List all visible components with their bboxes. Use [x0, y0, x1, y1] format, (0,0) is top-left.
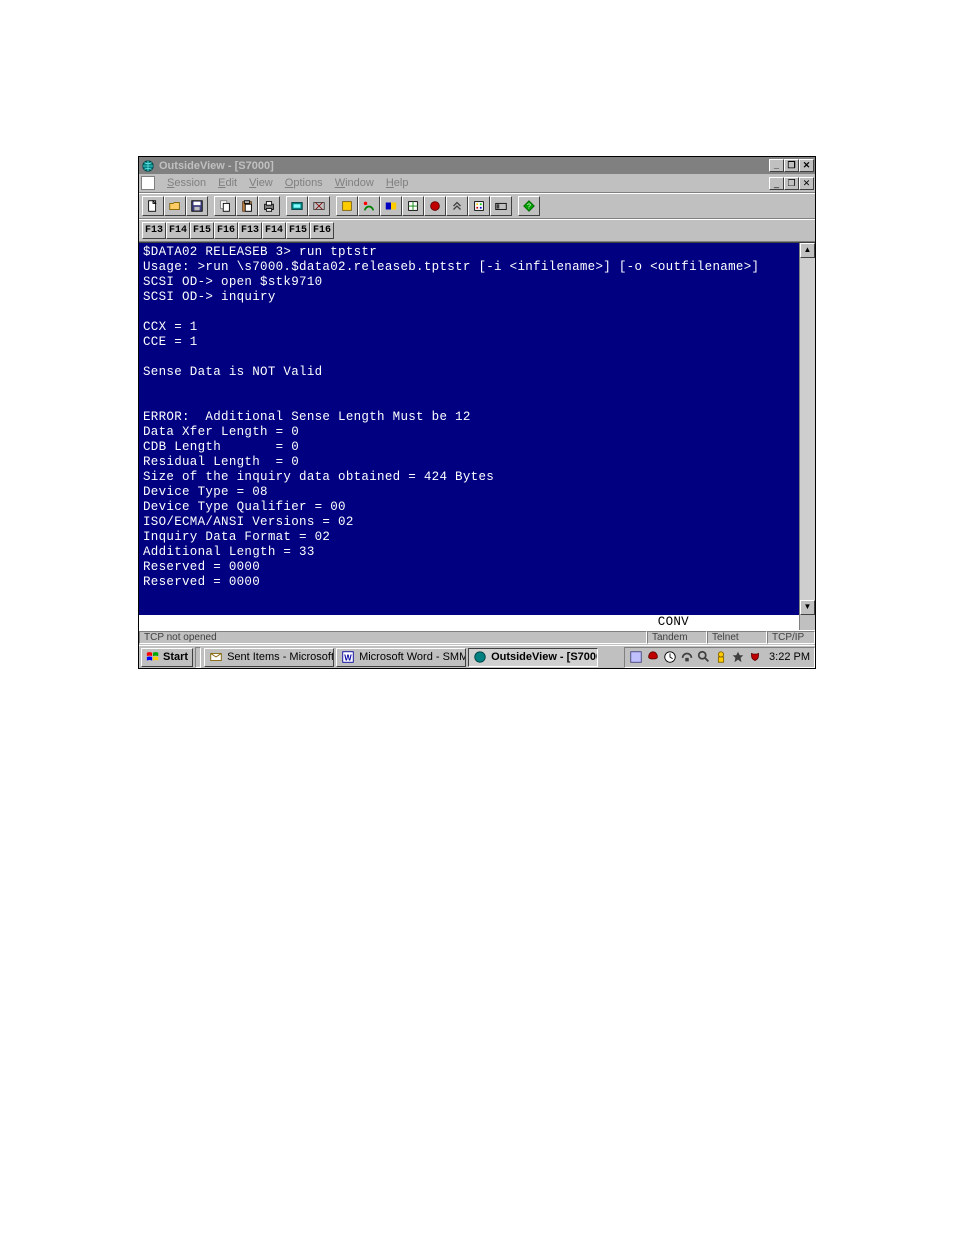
new-button[interactable]: [142, 196, 164, 216]
main-toolbar: ?: [139, 193, 815, 219]
fkey-f14b[interactable]: F14: [262, 222, 286, 239]
tray-icon-8[interactable]: [748, 650, 762, 664]
tool-button-2[interactable]: [358, 196, 380, 216]
menu-session[interactable]: Session: [161, 176, 212, 190]
menu-help[interactable]: Help: [380, 176, 415, 190]
globe-icon: [473, 650, 487, 664]
task-label: OutsideView - [S7000]: [491, 651, 598, 663]
open-button[interactable]: [164, 196, 186, 216]
tray-icon-5[interactable]: [697, 650, 711, 664]
mdi-minimize-button[interactable]: _: [769, 177, 784, 190]
tray-icon-6[interactable]: [714, 650, 728, 664]
tool-button-6[interactable]: [446, 196, 468, 216]
connect-button[interactable]: [286, 196, 308, 216]
fkey-f14[interactable]: F14: [166, 222, 190, 239]
menu-edit[interactable]: Edit: [212, 176, 243, 190]
close-button[interactable]: ✕: [799, 159, 814, 172]
start-button[interactable]: Start: [141, 648, 193, 667]
paste-button[interactable]: [236, 196, 258, 216]
svg-text:?: ?: [527, 204, 531, 211]
word-icon: W: [341, 650, 355, 664]
fkey-toolbar: F13 F14 F15 F16 F13 F14 F15 F16: [139, 219, 815, 242]
start-label: Start: [163, 651, 188, 663]
document-icon[interactable]: [141, 176, 155, 190]
fkey-f16[interactable]: F16: [214, 222, 238, 239]
taskbar-item-outlook[interactable]: Sent Items - Microsoft Outl...: [204, 648, 334, 667]
task-label: Sent Items - Microsoft Outl...: [227, 651, 334, 663]
mdi-maximize-button[interactable]: ❐: [784, 177, 799, 190]
taskbar-clock[interactable]: 3:22 PM: [765, 651, 810, 663]
tool-button-7[interactable]: [468, 196, 490, 216]
task-label: Microsoft Word - SMMD: [359, 651, 466, 663]
tray-icon-1[interactable]: [629, 650, 643, 664]
save-button[interactable]: [186, 196, 208, 216]
terminal-area: $DATA02 RELEASEB 3> run tptstr Usage: >r…: [139, 242, 815, 615]
menu-window[interactable]: Window: [329, 176, 380, 190]
taskbar-item-word[interactable]: W Microsoft Word - SMMD: [336, 648, 466, 667]
tray-icon-7[interactable]: [731, 650, 745, 664]
vertical-scrollbar[interactable]: ▲ ▼: [799, 243, 815, 615]
copy-button[interactable]: [214, 196, 236, 216]
svg-text:W: W: [344, 654, 352, 663]
mode-indicator: CONV: [139, 615, 799, 630]
system-tray: 3:22 PM: [624, 647, 815, 668]
tool-button-1[interactable]: [336, 196, 358, 216]
taskbar-separator: [195, 647, 201, 668]
fkey-f16b[interactable]: F16: [310, 222, 334, 239]
tool-button-8[interactable]: [490, 196, 512, 216]
tray-icon-3[interactable]: [663, 650, 677, 664]
terminal-output[interactable]: $DATA02 RELEASEB 3> run tptstr Usage: >r…: [139, 243, 799, 615]
status-main: TCP not opened: [139, 631, 647, 644]
scroll-up-button[interactable]: ▲: [800, 243, 815, 258]
scroll-track[interactable]: [800, 258, 815, 600]
tool-button-4[interactable]: [402, 196, 424, 216]
tray-icon-2[interactable]: [646, 650, 660, 664]
globe-icon: [141, 159, 155, 173]
fkey-f15b[interactable]: F15: [286, 222, 310, 239]
mdi-close-button[interactable]: ✕: [799, 177, 814, 190]
status-telnet: Telnet: [707, 631, 767, 644]
menu-view[interactable]: View: [243, 176, 279, 190]
status-tandem: Tandem: [647, 631, 707, 644]
app-window: OutsideView - [S7000] _ ❐ ✕ Session Edit…: [138, 156, 816, 669]
menubar: Session Edit View Options Window Help _ …: [139, 174, 815, 193]
maximize-button[interactable]: ❐: [784, 159, 799, 172]
windows-flag-icon: [146, 651, 160, 663]
fkey-f13[interactable]: F13: [142, 222, 166, 239]
print-button[interactable]: [258, 196, 280, 216]
scroll-down-button[interactable]: ▼: [800, 600, 815, 615]
minimize-button[interactable]: _: [769, 159, 784, 172]
disconnect-button[interactable]: [308, 196, 330, 216]
taskbar-item-outsideview[interactable]: OutsideView - [S7000]: [468, 648, 598, 667]
statusbar: TCP not opened Tandem Telnet TCP/IP: [139, 630, 815, 645]
titlebar-outer[interactable]: OutsideView - [S7000] _ ❐ ✕: [139, 157, 815, 174]
fkey-f13b[interactable]: F13: [238, 222, 262, 239]
menu-options[interactable]: Options: [279, 176, 329, 190]
help-button[interactable]: ?: [518, 196, 540, 216]
window-title: OutsideView - [S7000]: [159, 160, 769, 172]
mailbox-icon: [209, 650, 223, 664]
taskbar: Start Sent Items - Microsoft Outl... W M…: [139, 645, 815, 668]
tool-button-3[interactable]: [380, 196, 402, 216]
status-tcpip: TCP/IP: [767, 631, 815, 644]
tool-button-5[interactable]: [424, 196, 446, 216]
fkey-f15[interactable]: F15: [190, 222, 214, 239]
tray-icon-4[interactable]: [680, 650, 694, 664]
